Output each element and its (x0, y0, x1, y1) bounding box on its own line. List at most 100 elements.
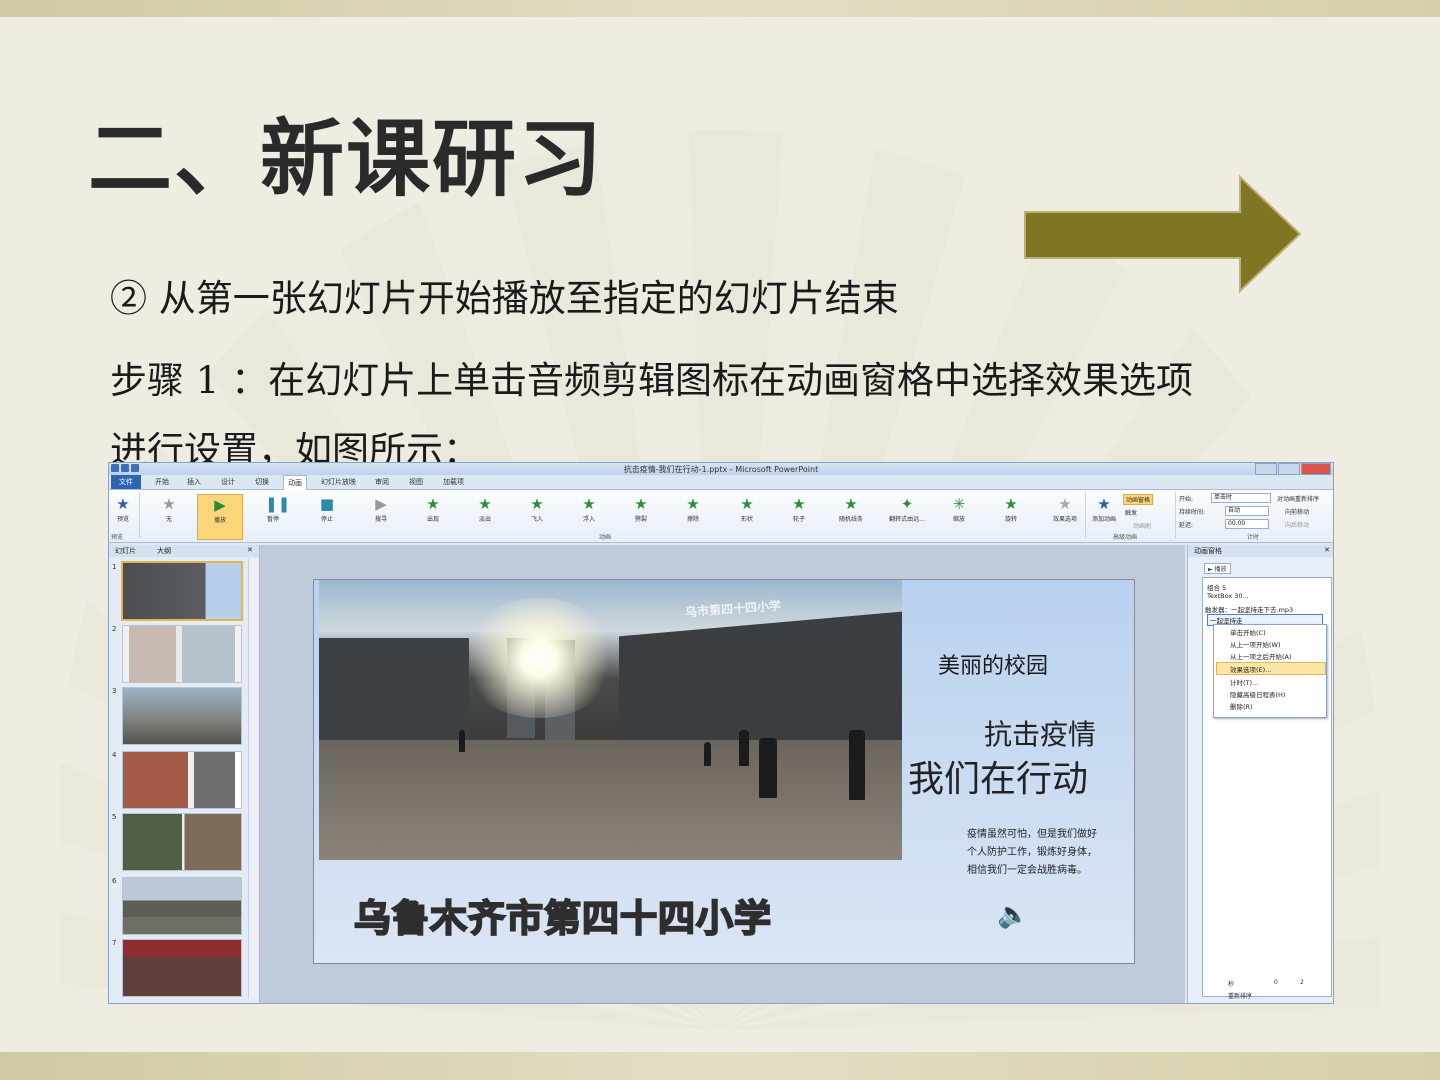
maximize-button[interactable] (1278, 463, 1300, 475)
star-icon: ★ (582, 495, 596, 513)
reorder-title: 对动画重新排序 (1277, 496, 1320, 503)
reorder-label[interactable]: 重新排序 (1228, 991, 1252, 1000)
stop-icon: ■ (319, 495, 335, 513)
effect-options-button[interactable]: ★ 效果选项 (1043, 494, 1087, 538)
star-icon: ★ (686, 495, 700, 513)
animation-painter-button[interactable]: 动画刷 (1133, 521, 1151, 530)
person (704, 742, 711, 766)
slide-thumbnail-5[interactable] (122, 813, 242, 871)
play-button[interactable]: ► 播放 (1204, 563, 1231, 574)
effect-zoom[interactable]: ✳ 缩放 (937, 494, 981, 538)
close-button[interactable] (1301, 463, 1331, 475)
slide-thumbnail-4[interactable] (122, 751, 242, 809)
bottom-band (0, 1052, 1440, 1080)
duration-label: 持续时间: (1179, 509, 1206, 516)
tab-transitions[interactable]: 切换 (255, 477, 269, 487)
tab-slideshow[interactable]: 幻灯片放映 (321, 477, 356, 487)
tab-view[interactable]: 视图 (409, 477, 423, 487)
effect-appear[interactable]: ★ 出现 (411, 494, 455, 538)
slide-canvas: 乌市第四十四小学 美丽的校园 抗击疫情 我们在行动 疫情虽然可怕，但是我们做好个… (260, 545, 1185, 1003)
person (849, 730, 865, 800)
effect-fly-in[interactable]: ★ 飞入 (515, 494, 559, 538)
animation-list: 组合 5 TextBox 30... 触发器：一起坚持走下去.mp3 一起坚持走… (1202, 577, 1332, 997)
close-icon[interactable]: ✕ (247, 546, 253, 554)
audio-clip-speaker-icon[interactable]: 🔈 (997, 900, 1029, 930)
powerpoint-window: 抗击疫情-我们在行动-1.pptx - Microsoft PowerPoint… (108, 462, 1334, 1004)
effect-wipe[interactable]: ★ 擦除 (671, 494, 715, 538)
tab-file[interactable]: 文件 (111, 475, 141, 489)
star-icon: ★ (478, 495, 492, 513)
effect-grow-turn[interactable]: ✦ 翻转式由远... (881, 494, 933, 538)
slide-paragraph: 疫情虽然可怕，但是我们做好个人防护工作，锻炼好身体，相信我们一定会战胜病毒。 (967, 829, 1097, 876)
sun (459, 598, 619, 718)
slides-scrollbar[interactable] (248, 559, 258, 999)
effect-fade[interactable]: ★ 淡出 (463, 494, 507, 538)
animation-pane: 动画窗格 ✕ ► 播放 组合 5 TextBox 30... 触发器：一起坚持走… (1187, 545, 1333, 1003)
slide-headline-1: 抗击疫情 (984, 718, 1097, 751)
slide-thumbnail-6[interactable] (122, 877, 242, 935)
tab-design[interactable]: 设计 (221, 477, 235, 487)
effect-none[interactable]: ★ 无 (147, 494, 191, 538)
star-icon: ★ (116, 495, 130, 513)
effect-wheel[interactable]: ★ 轮子 (777, 494, 821, 538)
text-line-1: ② 从第一张幻灯片开始播放至指定的幻灯片结束 (110, 277, 899, 320)
menu-hide-timeline[interactable]: 隐藏高级日程表(H) (1230, 689, 1285, 699)
group-timing-label: 计时 (1247, 534, 1260, 541)
tab-home[interactable]: 开始 (155, 477, 169, 487)
slide-number: 6 (112, 877, 117, 885)
start-label: 开始: (1179, 496, 1194, 503)
close-icon[interactable]: ✕ (1324, 546, 1330, 554)
slide-thumbnail-3[interactable] (122, 687, 242, 745)
person (739, 730, 749, 766)
effect-shape[interactable]: ★ 形状 (725, 494, 769, 538)
ribbon: ★ 预览 ★ 无 ▶ 播放 ❚❚ 暂停 ■ 停止 ▶ 搜寻 ★ 出现 ★ 淡出 ★ 飞入 ★ 浮入… (109, 490, 1333, 543)
slide-thumbnail-7[interactable] (122, 939, 242, 997)
effect-random-bars[interactable]: ★ 随机线条 (829, 494, 873, 538)
start-select[interactable]: 单击时 (1211, 493, 1271, 503)
tab-insert[interactable]: 插入 (187, 477, 201, 487)
slide-subtitle: 美丽的校园 (938, 654, 1049, 679)
menu-timing[interactable]: 计时(T)... (1230, 677, 1258, 687)
star-icon: ★ (530, 495, 544, 513)
slides-pane-tabs: 幻灯片 大纲 ✕ (109, 545, 259, 557)
animation-item-1[interactable]: 组合 5 (1207, 582, 1226, 592)
animation-item-2[interactable]: TextBox 30... (1207, 592, 1249, 600)
trigger-button[interactable]: 触发 (1125, 508, 1137, 517)
window-title: 抗击疫情-我们在行动-1.pptx - Microsoft PowerPoint (623, 465, 819, 474)
star-icon: ★ (1004, 495, 1018, 513)
duration-input[interactable]: 自动 (1225, 506, 1269, 516)
animation-pane-title: 动画窗格 (1194, 547, 1222, 555)
delay-label: 延迟: (1179, 522, 1194, 529)
window-controls[interactable] (1255, 463, 1331, 475)
move-later-button[interactable]: 向后移动 (1285, 520, 1309, 529)
tab-slides[interactable]: 幻灯片 (115, 546, 136, 556)
editing-slide: 乌市第四十四小学 美丽的校园 抗击疫情 我们在行动 疫情虽然可怕，但是我们做好个… (313, 579, 1135, 964)
schoolyard (319, 740, 902, 860)
star-icon: ★ (634, 495, 648, 513)
slide-thumbnail-2[interactable] (122, 625, 242, 683)
delay-input[interactable]: 00.00 (1225, 519, 1269, 529)
effect-spin[interactable]: ★ 旋转 (989, 494, 1033, 538)
move-earlier-button[interactable]: 向前移动 (1285, 507, 1309, 516)
menu-effect-options[interactable]: 效果选项(E)... (1230, 664, 1271, 674)
menu-start-after-previous[interactable]: 从上一项之后开始(A) (1230, 651, 1292, 661)
menu-remove[interactable]: 删除(R) (1230, 701, 1253, 711)
seconds-label: 秒 (1228, 981, 1235, 988)
effect-play[interactable]: ▶ 播放 (197, 494, 243, 540)
minimize-button[interactable] (1255, 463, 1277, 475)
effect-split[interactable]: ★ 劈裂 (619, 494, 663, 538)
animation-pane-header: 动画窗格 ✕ (1188, 545, 1333, 557)
animation-pane-button[interactable]: 动画窗格 (1123, 494, 1154, 505)
menu-start-with-previous[interactable]: 从上一项开始(W) (1230, 639, 1281, 649)
effect-pause[interactable]: ❚❚ 暂停 (251, 494, 295, 538)
tab-animations[interactable]: 动画 (283, 475, 307, 490)
star-icon: ★ (792, 495, 806, 513)
tab-review[interactable]: 审阅 (375, 477, 389, 487)
effect-stop[interactable]: ■ 停止 (305, 494, 349, 538)
menu-start-on-click[interactable]: 单击开始(C) (1230, 627, 1266, 637)
tab-addins[interactable]: 加载项 (443, 477, 464, 487)
slide-thumbnail-1[interactable] (121, 561, 243, 621)
slide-number: 3 (112, 687, 117, 695)
effect-seek[interactable]: ▶ 搜寻 (359, 494, 403, 538)
tab-outline[interactable]: 大纲 (157, 546, 171, 556)
